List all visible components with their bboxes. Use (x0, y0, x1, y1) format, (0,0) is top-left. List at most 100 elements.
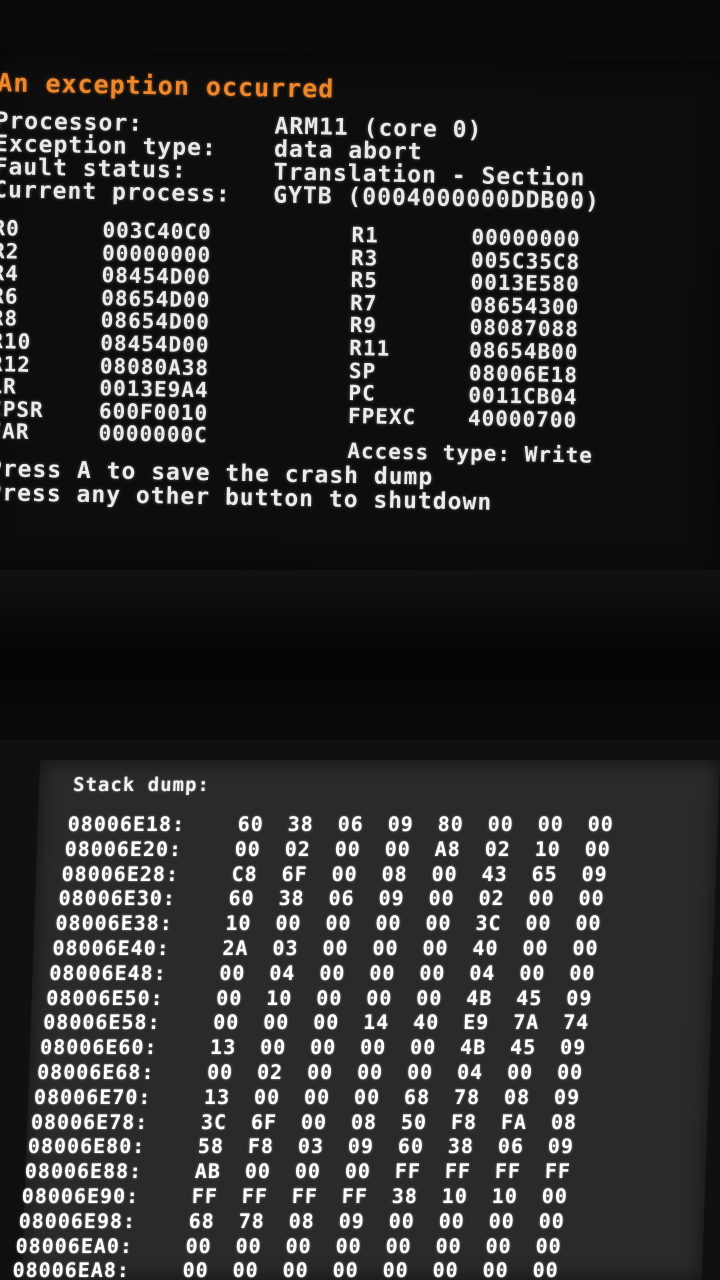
stack-row: 08006E18: 60 38 06 09 80 00 00 00 (67, 812, 708, 836)
stack-byte: 40 (412, 1010, 440, 1035)
stack-byte: 00 (488, 1208, 516, 1233)
stack-byte: 00 (244, 1159, 272, 1184)
stack-byte: 10 (534, 836, 562, 861)
stack-byte: 10 (491, 1184, 519, 1208)
stack-byte: 00 (218, 960, 246, 985)
stack-byte: A8 (434, 836, 462, 861)
stack-byte: FA (500, 1109, 528, 1134)
stack-row: 08006EA8: 00 00 00 00 00 00 00 00 (12, 1258, 653, 1280)
stack-byte: 08 (288, 1208, 316, 1233)
stack-row: 08006E88: AB 00 00 00 FF FF FF FF (24, 1159, 665, 1183)
stack-byte: 00 (422, 936, 449, 960)
stack-byte: 00 (359, 1035, 387, 1060)
stack-address: 08006E68: (36, 1060, 155, 1084)
stack-byte: FF (341, 1184, 369, 1208)
stack-byte: 60 (228, 886, 256, 911)
stack-byte: 06 (328, 886, 356, 911)
stack-row: 08006E98: 68 78 08 09 00 00 00 00 (18, 1209, 659, 1233)
stack-byte: FF (191, 1184, 219, 1208)
stack-byte: 00 (432, 1258, 460, 1280)
stack-byte: F8 (450, 1109, 478, 1134)
register-table: R0 003C40C0 R2 00000000 R4 08454D00 R6 08654D00… (0, 48, 720, 448)
stack-byte: E9 (462, 1010, 490, 1035)
stack-byte: 00 (425, 911, 453, 936)
stack-byte: 68 (188, 1208, 216, 1233)
stack-byte: 00 (312, 1010, 340, 1035)
stack-byte: 00 (532, 1258, 560, 1280)
stack-byte: 00 (556, 1060, 584, 1084)
stack-address: 08006E28: (61, 861, 180, 886)
stack-byte: 00 (335, 1233, 363, 1258)
stack-address: 08006E98: (18, 1208, 137, 1233)
stack-byte: 00 (262, 1010, 290, 1035)
stack-byte: 00 (318, 960, 346, 985)
stack-byte: 00 (584, 836, 612, 861)
stack-byte: 00 (253, 1084, 281, 1109)
stack-byte: 00 (365, 985, 393, 1010)
stack-byte: 00 (384, 836, 412, 861)
stack-byte: 00 (485, 1233, 513, 1258)
stack-byte: 08 (381, 861, 409, 886)
stack-byte: 40 (472, 936, 499, 960)
stack-byte: 10 (441, 1184, 469, 1208)
stack-row: 08006E20: 00 02 00 00 A8 02 10 00 (64, 837, 705, 861)
stack-byte: 45 (515, 985, 543, 1010)
exception-info: Processor: ARM11 (core 0) Exception type: d… (0, 48, 720, 215)
stack-byte: 00 (309, 1035, 337, 1060)
stack-byte: 04 (468, 960, 496, 985)
stack-byte: 08 (350, 1109, 378, 1134)
stack-byte: 00 (315, 985, 343, 1010)
stack-byte: 00 (356, 1060, 384, 1084)
stack-byte: 00 (518, 960, 546, 985)
stack-row: 08006E90: FF FF FF FF 38 10 10 00 (21, 1184, 662, 1208)
photo: An exception occurred Processor: ARM11 (c… (0, 0, 720, 1280)
stack-byte: 00 (332, 1258, 360, 1280)
stack-byte: 6F (250, 1109, 278, 1134)
top-screen: An exception occurred Processor: ARM11 (c… (0, 48, 720, 583)
stack-byte: 09 (378, 886, 406, 911)
stack-byte: 10 (265, 985, 293, 1010)
stack-byte: 00 (331, 861, 359, 886)
stack-byte: 00 (344, 1159, 372, 1184)
stack-byte: 09 (553, 1084, 581, 1109)
stack-byte: 09 (559, 1035, 587, 1060)
stack-row: 08006E30: 60 38 06 09 00 02 00 00 (58, 886, 699, 910)
stack-byte: 38 (391, 1184, 419, 1208)
stack-address: 08006EA0: (15, 1233, 134, 1258)
stack-byte: 00 (438, 1208, 466, 1233)
stack-row: 08006EA0: 00 00 00 00 00 00 00 00 (15, 1234, 656, 1258)
stack-byte: 00 (538, 1208, 566, 1233)
stack-byte: FF (494, 1159, 522, 1184)
stack-byte: FF (241, 1184, 269, 1208)
stack-row: 08006E38: 10 00 00 00 00 3C 00 00 (55, 911, 696, 935)
stack-byte: 00 (382, 1258, 410, 1280)
stack-byte: 00 (294, 1159, 322, 1184)
stack-byte: 65 (531, 861, 559, 886)
stack-address: 08006E40: (52, 936, 171, 960)
stack-byte: 03 (272, 936, 299, 960)
stack-byte: 09 (565, 985, 593, 1010)
register-value: 40000700 (467, 406, 578, 433)
stack-byte: 00 (568, 960, 596, 985)
stack-byte: 00 (388, 1208, 416, 1233)
stack-address: 08006E90: (21, 1184, 140, 1208)
stack-byte: 3C (475, 911, 503, 936)
stack-address: 08006E50: (45, 985, 165, 1010)
stack-byte: 58 (197, 1134, 225, 1159)
stack-byte: 2A (222, 936, 249, 960)
stack-byte: 00 (385, 1233, 413, 1258)
stack-byte: 02 (284, 836, 312, 861)
stack-byte: FF (291, 1184, 319, 1208)
stack-byte: 00 (409, 1035, 437, 1060)
stack-row: 08006E70: 13 00 00 00 68 78 08 09 (34, 1085, 675, 1109)
stack-byte: 4B (465, 985, 493, 1010)
stack-byte: 00 (415, 985, 443, 1010)
info-value: GYTB (0004000000DDB00) (272, 182, 601, 215)
stack-byte: 00 (578, 886, 606, 911)
stack-byte: 00 (215, 985, 243, 1010)
stack-byte: 43 (481, 861, 509, 886)
stack-byte: 38 (447, 1134, 475, 1159)
stack-address: 08006E80: (27, 1134, 146, 1159)
stack-byte: 00 (234, 836, 262, 861)
register-name: FAR (0, 419, 30, 445)
